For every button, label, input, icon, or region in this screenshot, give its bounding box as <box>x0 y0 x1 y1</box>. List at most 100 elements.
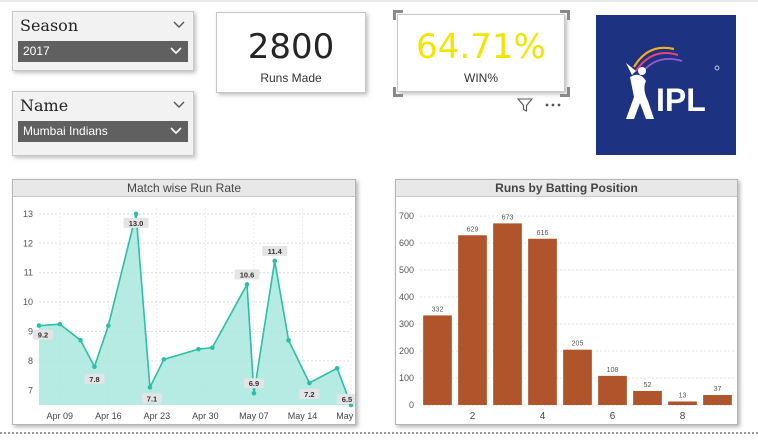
ipl-logo: IPL <box>596 15 736 155</box>
chevron-down-icon[interactable] <box>173 18 185 30</box>
batting-position-plot[interactable]: 0 100 200 300 400 500 600 700 332 629 673 616 205 108… <box>396 198 737 425</box>
logo-text: IPL <box>656 82 706 118</box>
x-tick-label: Apr 23 <box>144 411 171 421</box>
name-dropdown-value: Mumbai Indians <box>23 124 108 138</box>
chevron-down-icon[interactable] <box>173 98 185 110</box>
y-tick-label: 700 <box>399 211 414 221</box>
chevron-down-icon <box>170 47 182 55</box>
win-card[interactable]: 64.71% WIN% <box>397 14 565 92</box>
x-tick-label: Apr 09 <box>47 411 74 421</box>
data-point <box>334 365 340 371</box>
data-point <box>161 357 167 362</box>
bottom-border <box>0 432 758 434</box>
data-point <box>133 211 139 217</box>
data-point <box>196 346 201 352</box>
chevron-down-icon <box>170 127 182 135</box>
bar-value-label: 52 <box>644 382 652 389</box>
bar-value-label: 37 <box>714 386 722 393</box>
data-label: 13.0 <box>129 219 144 228</box>
filter-icon[interactable] <box>517 97 533 113</box>
x-tick-label: 2 <box>470 411 476 422</box>
bar-value-label: 13 <box>679 392 687 399</box>
data-point <box>251 390 257 396</box>
season-dropdown[interactable]: 2017 <box>18 41 188 62</box>
run-rate-chart-title: Match wise Run Rate <box>13 180 355 197</box>
data-point <box>286 338 291 343</box>
y-tick-label: 12 <box>23 238 33 248</box>
season-dropdown-value: 2017 <box>23 44 50 58</box>
data-point <box>272 258 278 264</box>
bar-value-label: 332 <box>432 306 444 313</box>
y-tick-label: 500 <box>399 265 414 275</box>
data-point <box>307 380 312 386</box>
y-tick-label: 100 <box>399 373 414 383</box>
data-label: 7.8 <box>89 375 99 384</box>
y-tick-label: 300 <box>399 319 414 329</box>
data-label: 6.9 <box>249 379 259 388</box>
y-tick-label: 600 <box>399 238 414 248</box>
data-label: 6.5 <box>342 395 352 404</box>
y-tick-label: 0 <box>409 400 414 410</box>
x-tick-label: May 14 <box>288 411 318 421</box>
data-point <box>106 323 111 328</box>
x-tick-label: Apr 16 <box>95 411 122 421</box>
runs-label: Runs Made <box>260 71 322 85</box>
y-tick-label: 8 <box>28 356 33 366</box>
x-tick-label: May 21 <box>336 411 355 421</box>
bar <box>458 235 487 405</box>
x-tick-label: 4 <box>540 411 546 422</box>
data-label: 9.2 <box>38 331 48 340</box>
selection-handle[interactable] <box>560 10 570 20</box>
runs-value: 2800 <box>247 27 335 67</box>
runs-card[interactable]: 2800 Runs Made <box>216 12 366 93</box>
data-label: 10.6 <box>240 270 255 279</box>
name-slicer[interactable]: Name Mumbai Indians <box>12 91 194 156</box>
bar <box>493 223 522 405</box>
data-point <box>92 364 97 370</box>
y-tick-label: 13 <box>23 209 33 219</box>
season-slicer-title: Season <box>20 16 79 35</box>
x-tick-label: Apr 30 <box>192 411 219 421</box>
run-rate-chart[interactable]: Match wise Run Rate 7 8 9 10 11 12 13 Apr 09 Apr… <box>12 179 356 425</box>
bar-value-label: 205 <box>572 341 584 348</box>
bar <box>423 315 452 405</box>
data-point <box>147 385 153 390</box>
selection-handle[interactable] <box>393 87 403 97</box>
data-point <box>57 321 63 327</box>
bar-value-label: 616 <box>537 230 549 237</box>
bar <box>598 375 627 405</box>
bar-value-label: 673 <box>502 214 514 221</box>
run-rate-plot[interactable]: 7 8 9 10 11 12 13 Apr 09 Apr 16 Apr 23 Apr 30 May 0… <box>13 198 355 425</box>
selection-handle[interactable] <box>560 87 570 97</box>
ipl-logo-mark: IPL <box>626 46 720 119</box>
bar-value-label: 108 <box>607 367 619 374</box>
win-label: WIN% <box>464 71 498 85</box>
data-point <box>78 338 83 343</box>
x-tick-label: May 07 <box>239 411 269 421</box>
y-tick-label: 9 <box>28 326 33 336</box>
batting-position-chart-title: Runs by Batting Position <box>396 180 737 197</box>
data-point <box>210 345 215 350</box>
name-dropdown[interactable]: Mumbai Indians <box>18 121 188 142</box>
y-tick-label: 11 <box>24 268 33 278</box>
bar <box>528 238 557 405</box>
name-slicer-title: Name <box>20 96 69 115</box>
y-tick-label: 10 <box>23 297 33 307</box>
bar <box>563 349 592 405</box>
data-point <box>244 282 250 287</box>
data-point <box>36 323 42 328</box>
batting-position-chart[interactable]: Runs by Batting Position 0 100 200 300 400 50… <box>395 179 738 425</box>
selection-handle[interactable] <box>393 10 403 20</box>
y-tick-label: 400 <box>399 292 414 302</box>
x-tick-label: 6 <box>610 411 616 422</box>
bar <box>668 401 697 405</box>
season-slicer[interactable]: Season 2017 <box>12 11 194 71</box>
data-label: 7.2 <box>304 390 314 399</box>
y-tick-label: 7 <box>28 385 33 395</box>
data-label: 11.4 <box>268 247 283 256</box>
y-tick-label: 200 <box>399 346 414 356</box>
more-options-icon[interactable] <box>544 102 562 108</box>
win-value: 64.71% <box>416 27 546 67</box>
bar <box>633 390 662 405</box>
bar <box>703 395 732 405</box>
